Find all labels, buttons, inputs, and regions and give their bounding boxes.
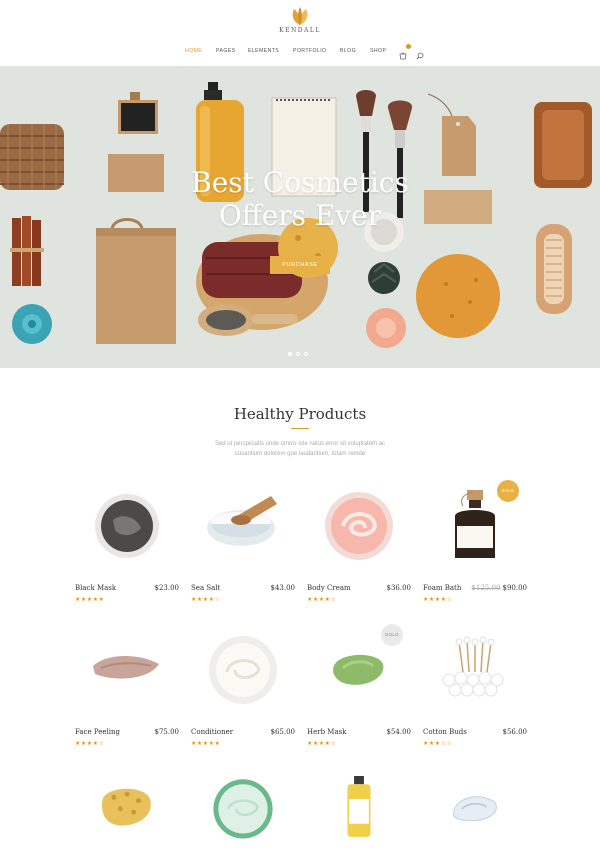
product-card[interactable]: Black Mask $23.00 ★★★★★ xyxy=(75,490,179,618)
sponge-image xyxy=(102,788,151,826)
sea-salt-image xyxy=(207,496,277,546)
logo[interactable]: KENDALL xyxy=(276,6,324,42)
product-card[interactable]: Body Cream $36.00 ★★★★☆ xyxy=(307,490,411,618)
conditioner-image xyxy=(209,636,277,704)
sold-badge: SOLD xyxy=(381,624,403,646)
cart-count-badge xyxy=(406,44,411,49)
foam-bath-image xyxy=(455,490,495,558)
product-card[interactable]: Conditioner $65.00 ★★★★★ xyxy=(191,634,295,762)
section-subtitle-line-1: Sed ut perspiciatis unde omnis iste natu… xyxy=(214,441,386,447)
search-icon[interactable] xyxy=(416,47,425,60)
product-price: $75.00 xyxy=(155,728,180,736)
product-name[interactable]: Conditioner xyxy=(191,728,233,736)
round-sponge-icon xyxy=(416,254,500,338)
black-mask-image xyxy=(95,494,159,558)
product-card[interactable] xyxy=(307,776,411,850)
product-price: $36.00 xyxy=(387,584,412,592)
product-price-value: $36.00 xyxy=(386,584,412,592)
rating-stars: ★★★★☆ xyxy=(191,597,221,603)
hero-title-line-1: Best Cosmetics xyxy=(191,166,409,199)
site-header: KENDALL HOME PAGES ELEMENTS PORTFOLIO BL… xyxy=(0,0,600,66)
bath-brush-icon xyxy=(536,224,572,314)
product-card[interactable]: Face Peeling $75.00 ★★★★☆ xyxy=(75,634,179,762)
nav-home[interactable]: HOME xyxy=(185,48,202,54)
hero-title-line-2: Offers Ever xyxy=(218,199,382,232)
herb-mask-image xyxy=(333,654,384,685)
product-card[interactable]: Sea Salt $43.00 ★★★★☆ xyxy=(191,490,295,618)
cinnamon-sticks-icon xyxy=(10,216,44,286)
product-card[interactable] xyxy=(191,776,295,850)
product-card[interactable]: SOLD Herb Mask $54.00 ★★★★☆ xyxy=(307,624,412,762)
rating-stars: ★★★★☆ xyxy=(307,597,337,603)
product-card[interactable]: Cotton Buds $56.00 ★★★☆☆ xyxy=(423,634,527,762)
pink-rose-icon xyxy=(366,308,406,348)
nav-elements[interactable]: ELEMENTS xyxy=(248,48,279,54)
leaf-logo-icon xyxy=(292,7,308,25)
hero-headline: Best Cosmetics Offers Ever xyxy=(150,166,450,232)
nav-shop[interactable]: SHOP xyxy=(370,48,386,54)
product-price-value: $56.00 xyxy=(502,728,528,736)
wooden-tray-icon xyxy=(534,102,592,188)
section-subtitle-line-2: cusantium dolorem que laudantium, totam … xyxy=(234,451,366,457)
rating-stars: ★★★★★ xyxy=(191,741,221,747)
title-divider xyxy=(291,428,309,429)
slider-dot-2[interactable] xyxy=(296,352,300,356)
product-name[interactable]: Cotton Buds xyxy=(423,728,467,736)
product-price-value: $23.00 xyxy=(154,584,180,592)
product-price-value: $54.00 xyxy=(386,728,412,736)
cotton-buds-image xyxy=(442,636,504,697)
cart-icon[interactable] xyxy=(399,44,411,60)
nav-portfolio[interactable]: PORTFOLIO xyxy=(293,48,326,54)
slider-dot-1[interactable] xyxy=(288,352,292,356)
wicker-basket-icon xyxy=(0,124,64,190)
green-jar-image xyxy=(213,779,273,839)
product-name[interactable]: Black Mask xyxy=(75,584,116,592)
rating-stars: ★★★★☆ xyxy=(307,741,337,747)
product-price-value: $43.00 xyxy=(270,584,296,592)
pine-cone-icon xyxy=(368,262,400,294)
hang-tag-icon xyxy=(427,93,476,176)
product-card[interactable] xyxy=(75,776,179,850)
section-subtitle: Sed ut perspiciatis unde omnis iste natu… xyxy=(190,439,410,459)
slider-dots xyxy=(288,352,312,358)
product-name[interactable]: Face Peeling xyxy=(75,728,120,736)
nav-blog[interactable]: BLOG xyxy=(340,48,356,54)
purchase-button[interactable]: PURCHASE xyxy=(270,256,330,274)
sale-badge: SALE xyxy=(497,480,519,502)
product-card[interactable]: SALE Foam Bath $125.00 $90.00 ★★★★☆ xyxy=(423,480,527,618)
product-price: $56.00 xyxy=(503,728,528,736)
product-price-value: $65.00 xyxy=(270,728,296,736)
oil-bottle-image xyxy=(347,776,371,837)
product-name[interactable]: Body Cream xyxy=(307,584,351,592)
product-name[interactable]: Herb Mask xyxy=(307,728,346,736)
nav-pages[interactable]: PAGES xyxy=(216,48,236,54)
product-price: $23.00 xyxy=(155,584,180,592)
rating-stars: ★★★☆☆ xyxy=(423,741,453,747)
body-cream-image xyxy=(325,492,393,560)
product-price: $65.00 xyxy=(271,728,296,736)
product-price: $54.00 xyxy=(387,728,412,736)
hero-slider: Best Cosmetics Offers Ever PURCHASE xyxy=(0,66,600,368)
face-peeling-image xyxy=(93,655,159,679)
blue-flower-icon xyxy=(12,304,52,344)
paper-bag-icon xyxy=(96,218,176,344)
rating-stars: ★★★★☆ xyxy=(423,597,453,603)
product-price-value: $75.00 xyxy=(154,728,180,736)
slider-dot-3[interactable] xyxy=(304,352,308,356)
main-nav: HOME PAGES ELEMENTS PORTFOLIO BLOG SHOP xyxy=(0,44,600,60)
product-name[interactable]: Sea Salt xyxy=(191,584,220,592)
product-old-price: $125.00 xyxy=(471,584,501,592)
chalk-tag-icon xyxy=(118,92,158,134)
rating-stars: ★★★★☆ xyxy=(75,741,105,747)
product-name[interactable]: Foam Bath xyxy=(423,584,461,592)
section-title: Healthy Products xyxy=(233,405,367,423)
product-card[interactable] xyxy=(423,776,527,850)
product-price: $43.00 xyxy=(271,584,296,592)
product-price-value: $90.00 xyxy=(502,584,528,592)
brand-name: KENDALL xyxy=(279,27,321,34)
rating-stars: ★★★★★ xyxy=(75,597,105,603)
gel-image xyxy=(452,796,497,822)
product-price: $125.00 $90.00 xyxy=(472,584,527,592)
